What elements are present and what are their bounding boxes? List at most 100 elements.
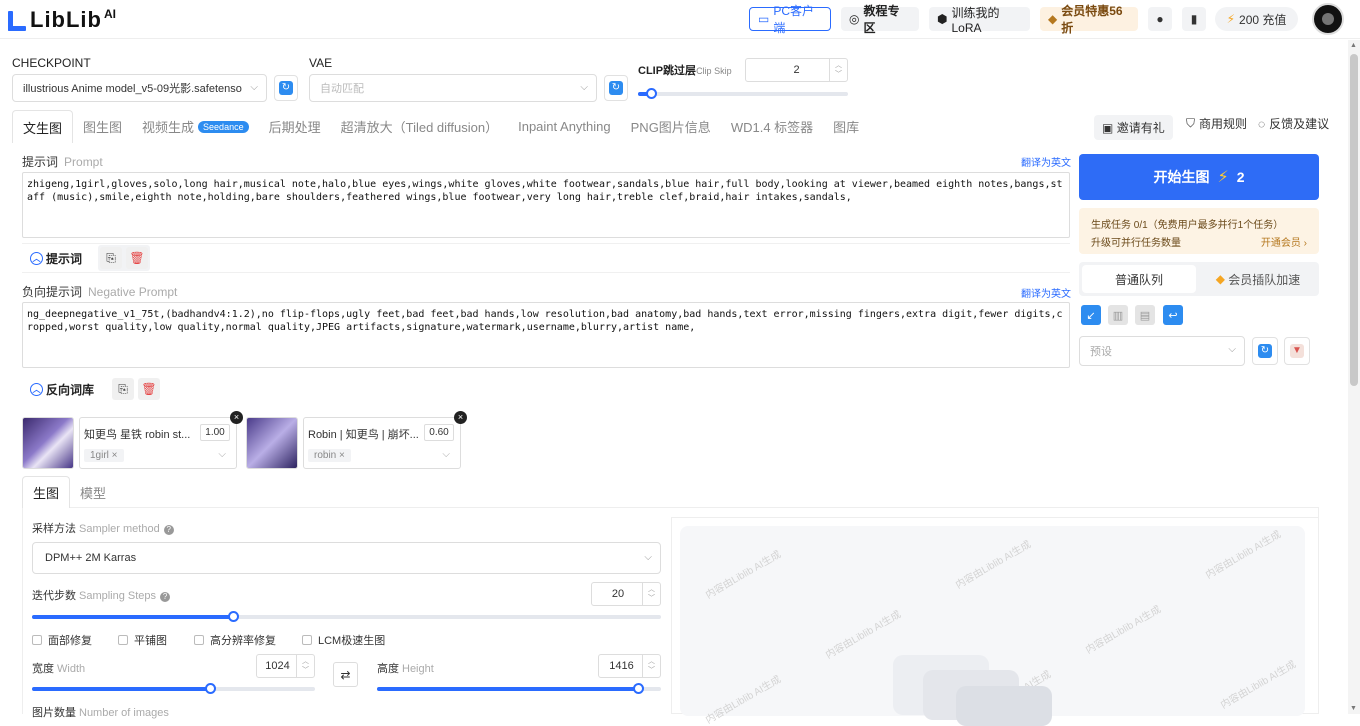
checkpoint-label: CHECKPOINT xyxy=(12,56,91,70)
tab-img2img[interactable]: 图生图 xyxy=(73,110,132,143)
tab-wd-tagger[interactable]: WD1.4 标签器 xyxy=(721,110,823,143)
slider-knob[interactable] xyxy=(645,88,657,99)
face-restore-label: 面部修复 xyxy=(48,635,92,647)
stepper-arrows[interactable]: ︿ ﹀ xyxy=(642,583,660,605)
face-restore-checkbox[interactable]: 面部修复 xyxy=(32,632,92,648)
preview-canvas: 内容由Liblib AI生成 内容由Liblib AI生成 内容由Liblib … xyxy=(680,526,1305,726)
lcm-checkbox[interactable]: LCM极速生图 xyxy=(302,632,385,648)
page-scrollbar[interactable]: ▲ ▼ xyxy=(1348,40,1360,714)
prompt-collapse-button[interactable]: ︿ 提示词 xyxy=(30,250,82,267)
stepper-arrows[interactable]: ︿ ﹀ xyxy=(829,59,847,81)
document-button[interactable]: ▮ xyxy=(1182,7,1206,31)
lora-weight-input[interactable]: 0.60 xyxy=(424,424,454,441)
vae-refresh-button[interactable]: ↻ xyxy=(604,75,628,101)
recharge-button[interactable]: ⚡ 200 充值 xyxy=(1215,7,1298,31)
copy-icon[interactable]: ⎘ xyxy=(112,378,135,400)
checkbox-box[interactable] xyxy=(32,635,42,645)
copy-icon[interactable]: ⎘ xyxy=(100,247,123,269)
clip-skip-stepper[interactable]: 2 ︿ ﹀ xyxy=(745,58,848,82)
vae-select[interactable]: 自动匹配 ⌵ xyxy=(309,74,597,102)
clipboard-icon[interactable]: ▤ xyxy=(1135,305,1155,325)
tab-video[interactable]: 视频生成 Seedance xyxy=(132,110,259,143)
preset-select[interactable]: 预设 ⌵ xyxy=(1079,336,1245,366)
save-icon: ▼ xyxy=(1290,344,1304,358)
stepper-arrows[interactable]: ︿ ﹀ xyxy=(642,655,660,677)
tutorial-button[interactable]: ◎ 教程专区 xyxy=(841,4,919,35)
feedback-link[interactable]: ◌ 反馈及建议 xyxy=(1258,115,1329,132)
train-lora-button[interactable]: ⬢ 训练我的LoRA xyxy=(929,6,1030,35)
user-avatar[interactable] xyxy=(1312,3,1344,35)
task-info: 生成任务 0/1（免费用户最多并行1个任务） 升级可并行任务数量 开通会员 › xyxy=(1079,208,1319,254)
swap-dimensions-button[interactable]: ⇄ xyxy=(333,662,358,687)
prompt-textarea[interactable]: zhigeng,1girl,gloves,solo,long hair,musi… xyxy=(22,172,1070,238)
prompt-toolbar-row: ︿ 提示词 ⎘ 🗑 xyxy=(30,243,151,273)
generate-button[interactable]: 开始生图 ⚡ 2 xyxy=(1079,154,1319,200)
preset-refresh-button[interactable]: ↻ xyxy=(1252,337,1278,365)
translate-negative-link[interactable]: 翻译为英文 xyxy=(1021,285,1071,300)
lora-tag: robin xyxy=(314,449,337,461)
lora-thumbnail[interactable] xyxy=(246,417,298,469)
width-slider[interactable] xyxy=(32,683,315,694)
tab-txt2img[interactable]: 文生图 xyxy=(12,110,74,143)
invite-button[interactable]: ▣ 邀请有礼 xyxy=(1094,115,1173,140)
scroll-up-icon[interactable]: ▲ xyxy=(1350,42,1357,49)
generate-cost: 2 xyxy=(1236,169,1245,185)
negative-label: 负向提示词 xyxy=(22,285,83,299)
lora-trigger-select[interactable]: robin × xyxy=(308,446,428,464)
trash-icon[interactable]: 🗑 xyxy=(138,378,161,400)
steps-slider[interactable] xyxy=(32,611,661,622)
tab-model[interactable]: 模型 xyxy=(70,476,116,508)
vip-queue-label: 会员插队加速 xyxy=(1228,272,1301,287)
negative-collapse-label: 反向词库 xyxy=(46,382,95,397)
checkbox-box[interactable] xyxy=(302,635,312,645)
clip-skip-slider[interactable] xyxy=(638,88,848,99)
hires-fix-checkbox[interactable]: 高分辨率修复 xyxy=(194,632,276,648)
close-icon[interactable]: × xyxy=(454,411,467,424)
negative-collapse-button[interactable]: ︿ 反向词库 xyxy=(30,381,94,398)
tab-tiled-diffusion[interactable]: 超清放大（Tiled diffusion） xyxy=(331,110,509,143)
message-button[interactable]: ● xyxy=(1148,7,1172,31)
checkbox-box[interactable] xyxy=(118,635,128,645)
checkbox-box[interactable] xyxy=(194,635,204,645)
checkpoint-refresh-button[interactable]: ↻ xyxy=(274,75,298,101)
height-stepper[interactable]: 1416 ︿ ﹀ xyxy=(598,654,661,678)
translate-prompt-link[interactable]: 翻译为英文 xyxy=(1021,154,1071,169)
commercial-rules-link[interactable]: ⛉ 商用规则 xyxy=(1186,115,1247,132)
scrollbar-thumb[interactable] xyxy=(1350,54,1358,386)
tab-inpaint-anything[interactable]: Inpaint Anything xyxy=(508,110,621,143)
negative-textarea[interactable]: ng_deepnegative_v1_75t,(badhandv4:1.2),n… xyxy=(22,302,1070,368)
vip-queue-tab[interactable]: ◆ 会员插队加速 xyxy=(1201,265,1315,293)
task-line2-row: 升级可并行任务数量 开通会员 › xyxy=(1091,234,1307,249)
tab-generate[interactable]: 生图 xyxy=(22,476,71,508)
checkpoint-select[interactable]: illustrious Anime model_v5-09光影.safetens… xyxy=(12,74,267,102)
apply-icon[interactable]: ↙ xyxy=(1081,305,1101,325)
preview-panel: 内容由Liblib AI生成 内容由Liblib AI生成 内容由Liblib … xyxy=(671,517,1319,726)
close-icon[interactable]: × xyxy=(230,411,243,424)
open-vip-link[interactable]: 开通会员 › xyxy=(1261,234,1307,249)
help-icon[interactable]: ? xyxy=(163,525,174,535)
lora-weight-input[interactable]: 1.00 xyxy=(200,424,230,441)
vip-offer-button[interactable]: ◆ 会员特惠56折 xyxy=(1040,4,1138,35)
trash-icon[interactable]: 🗑 xyxy=(126,247,149,269)
top-bar: LibLib AI ▭ PC客户端 ◎ 教程专区 ⬢ 训练我的LoRA ◆ 会员… xyxy=(0,0,1360,39)
stepper-arrows[interactable]: ︿ ﹀ xyxy=(296,655,314,677)
pc-client-button[interactable]: ▭ PC客户端 xyxy=(749,4,831,35)
sampler-select[interactable]: DPM++ 2M Karras ⌵ xyxy=(32,542,661,574)
tab-gallery[interactable]: 图库 xyxy=(823,110,869,143)
trash-icon[interactable]: ▥ xyxy=(1108,305,1128,325)
undo-icon[interactable]: ↩ xyxy=(1163,305,1183,325)
tiling-checkbox[interactable]: 平铺图 xyxy=(118,632,167,648)
width-stepper[interactable]: 1024 ︿ ﹀ xyxy=(256,654,315,678)
tab-postprocess[interactable]: 后期处理 xyxy=(259,110,331,143)
normal-queue-tab[interactable]: 普通队列 xyxy=(1082,265,1196,293)
preset-save-button[interactable]: ▼ xyxy=(1284,337,1310,365)
help-icon[interactable]: ? xyxy=(160,592,171,602)
negative-title: 负向提示词 Negative Prompt xyxy=(22,283,177,300)
lora-thumbnail[interactable] xyxy=(22,417,74,469)
steps-stepper[interactable]: 20 ︿ ﹀ xyxy=(591,582,661,606)
height-slider[interactable] xyxy=(377,683,661,694)
lora-trigger-select[interactable]: 1girl × xyxy=(84,446,204,464)
scroll-down-icon[interactable]: ▼ xyxy=(1350,705,1357,712)
liblib-logo[interactable]: LibLib AI xyxy=(8,7,116,32)
tab-png-info[interactable]: PNG图片信息 xyxy=(621,110,721,143)
